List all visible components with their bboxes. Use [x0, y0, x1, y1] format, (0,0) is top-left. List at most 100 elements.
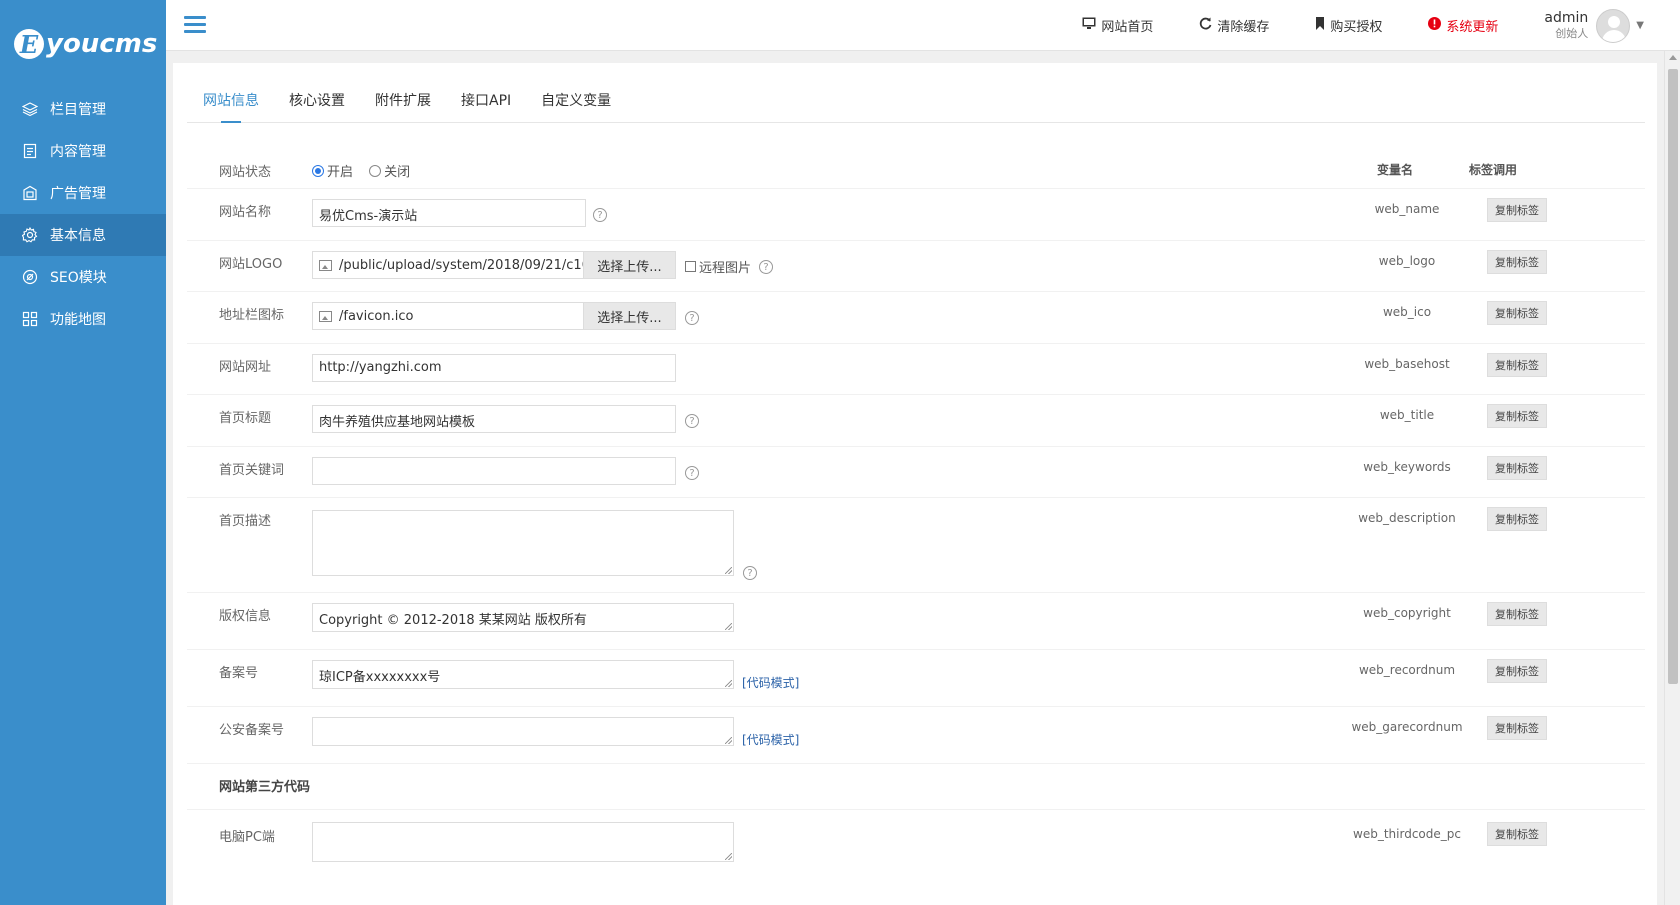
copy-tag-button[interactable]: 复制标签	[1487, 602, 1547, 626]
tab-attachment[interactable]: 附件扩展	[375, 90, 431, 122]
var-name: web_copyright	[1363, 606, 1451, 620]
site-name-input[interactable]: 易优Cms-演示站	[312, 199, 586, 227]
logo-file-input[interactable]: /public/upload/system/2018/09/21/c167c 选…	[312, 251, 676, 279]
logo-mark: E	[14, 29, 44, 59]
sidebar-item-function-map[interactable]: 功能地图	[0, 298, 166, 340]
chevron-down-icon[interactable]: ▼	[1636, 20, 1644, 31]
radio-close[interactable]: 关闭	[369, 161, 410, 180]
thirdcode-pc-textarea[interactable]	[312, 822, 734, 862]
home-description-textarea[interactable]	[312, 510, 734, 576]
user-name: admin	[1544, 9, 1589, 26]
field-label: 地址栏图标	[219, 308, 285, 323]
menu-toggle-icon[interactable]	[184, 16, 206, 34]
buy-license-link[interactable]: 购买授权	[1315, 16, 1382, 35]
copy-tag-button[interactable]: 复制标签	[1487, 716, 1547, 740]
section-header-thirdcode: 网站第三方代码	[187, 764, 1645, 810]
field-label: 电脑PC端	[219, 830, 275, 845]
remote-image-label: 远程图片	[699, 261, 752, 276]
logo-text: youcms	[46, 29, 158, 59]
sidebar-item-content[interactable]: 内容管理	[0, 130, 166, 172]
remote-image-checkbox[interactable]	[685, 261, 696, 272]
site-home-link[interactable]: 网站首页	[1082, 16, 1153, 35]
form-row-logo: 网站LOGO /public/upload/system/2018/09/21/…	[187, 241, 1645, 292]
system-update-label: 系统更新	[1446, 20, 1499, 35]
var-name: web_description	[1358, 511, 1456, 525]
seo-icon	[22, 269, 38, 285]
var-name: web_keywords	[1363, 460, 1451, 474]
form-row-thirdcode-pc: 电脑PC端 web_thirdcode_pc 复制标签	[187, 810, 1645, 870]
field-label: 网站状态	[219, 165, 272, 180]
radio-open[interactable]: 开启	[312, 161, 353, 180]
copy-tag-button[interactable]: 复制标签	[1487, 659, 1547, 683]
sidebar-item-label: 基本信息	[50, 228, 106, 244]
user-menu[interactable]: admin 创始人 ▼	[1544, 8, 1644, 43]
home-keywords-input[interactable]	[312, 457, 676, 485]
field-label: 网站名称	[219, 205, 272, 220]
remote-image-option[interactable]: 远程图片	[685, 257, 751, 276]
logo[interactable]: E youcms	[0, 0, 166, 88]
home-title-input[interactable]: 肉牛养殖供应基地网站模板	[312, 405, 676, 433]
form-row-ico: 地址栏图标 /favicon.ico 选择上传... ? web_ico 复制标…	[187, 292, 1645, 344]
clear-cache-link[interactable]: 清除缓存	[1199, 16, 1269, 35]
field-label: 网站网址	[219, 360, 272, 375]
logo-upload-button[interactable]: 选择上传...	[583, 252, 675, 278]
page-scrollbar[interactable]	[1664, 51, 1680, 905]
copy-tag-button[interactable]: 复制标签	[1487, 301, 1547, 325]
field-label: 首页标题	[219, 411, 272, 426]
content-card: 网站信息 核心设置 附件扩展 接口API 自定义变量 网站状态 开启 关闭 变量…	[173, 63, 1657, 905]
site-url-input[interactable]: http://yangzhi.com	[312, 354, 676, 382]
tab-site-info[interactable]: 网站信息	[203, 90, 259, 123]
help-icon[interactable]: ?	[685, 414, 699, 428]
var-name: web_garecordnum	[1351, 720, 1463, 734]
help-icon[interactable]: ?	[685, 466, 699, 480]
monitor-icon	[1082, 17, 1096, 34]
help-icon[interactable]: ?	[685, 311, 699, 325]
tab-custom-vars[interactable]: 自定义变量	[541, 90, 611, 122]
ico-path: /favicon.ico	[339, 308, 414, 324]
recordnum-textarea[interactable]: 琼ICP备xxxxxxxx号	[312, 660, 734, 689]
copy-tag-button[interactable]: 复制标签	[1487, 404, 1547, 428]
copy-tag-button[interactable]: 复制标签	[1487, 353, 1547, 377]
var-name: web_basehost	[1364, 357, 1450, 371]
copy-tag-button[interactable]: 复制标签	[1487, 198, 1547, 222]
tab-api[interactable]: 接口API	[461, 90, 511, 122]
help-icon[interactable]: ?	[743, 566, 757, 580]
help-icon[interactable]: ?	[593, 208, 607, 222]
ico-upload-button[interactable]: 选择上传...	[583, 303, 675, 329]
var-name: web_recordnum	[1358, 663, 1456, 677]
scroll-up-arrow-icon[interactable]	[1669, 55, 1677, 60]
scroll-thumb[interactable]	[1668, 69, 1678, 684]
avatar[interactable]	[1596, 8, 1631, 43]
system-update-link[interactable]: 系统更新	[1428, 16, 1498, 35]
copyright-textarea[interactable]: Copyright © 2012-2018 某某网站 版权所有	[312, 603, 734, 632]
bookmark-icon	[1315, 17, 1325, 34]
help-icon[interactable]: ?	[759, 260, 773, 274]
form-row-name: 网站名称 易优Cms-演示站 ? web_name 复制标签	[187, 189, 1645, 241]
garecordnum-textarea[interactable]	[312, 717, 734, 746]
form-row-copyright: 版权信息 Copyright © 2012-2018 某某网站 版权所有 web…	[187, 593, 1645, 650]
sidebar-item-label: SEO模块	[50, 270, 107, 286]
copy-tag-button[interactable]: 复制标签	[1487, 456, 1547, 480]
grid-icon	[22, 311, 38, 327]
field-label: 版权信息	[219, 609, 272, 624]
copy-tag-button[interactable]: 复制标签	[1487, 250, 1547, 274]
column-header-var-name: 变量名	[1377, 163, 1414, 177]
code-mode-link[interactable]: [代码模式]	[742, 674, 799, 691]
sidebar-item-ads[interactable]: 广告管理	[0, 172, 166, 214]
var-name: web_ico	[1382, 305, 1432, 319]
copy-tag-button[interactable]: 复制标签	[1487, 507, 1547, 531]
tab-core-settings[interactable]: 核心设置	[289, 90, 345, 122]
sidebar-item-seo[interactable]: SEO模块	[0, 256, 166, 298]
buy-license-label: 购买授权	[1330, 20, 1383, 35]
sidebar-item-label: 功能地图	[50, 312, 106, 328]
form-row-garecordnum: 公安备案号 [代码模式] web_garecordnum 复制标签	[187, 707, 1645, 764]
sidebar-item-columns[interactable]: 栏目管理	[0, 88, 166, 130]
copy-tag-button[interactable]: 复制标签	[1487, 822, 1547, 846]
ico-file-input[interactable]: /favicon.ico 选择上传...	[312, 302, 676, 330]
form-row-status: 网站状态 开启 关闭 变量名 标签调用	[187, 149, 1645, 189]
image-icon	[319, 259, 332, 271]
code-mode-link[interactable]: [代码模式]	[742, 731, 799, 748]
field-label: 备案号	[219, 666, 259, 681]
refresh-icon	[1199, 17, 1212, 34]
sidebar-item-basic-info[interactable]: 基本信息	[0, 214, 166, 256]
